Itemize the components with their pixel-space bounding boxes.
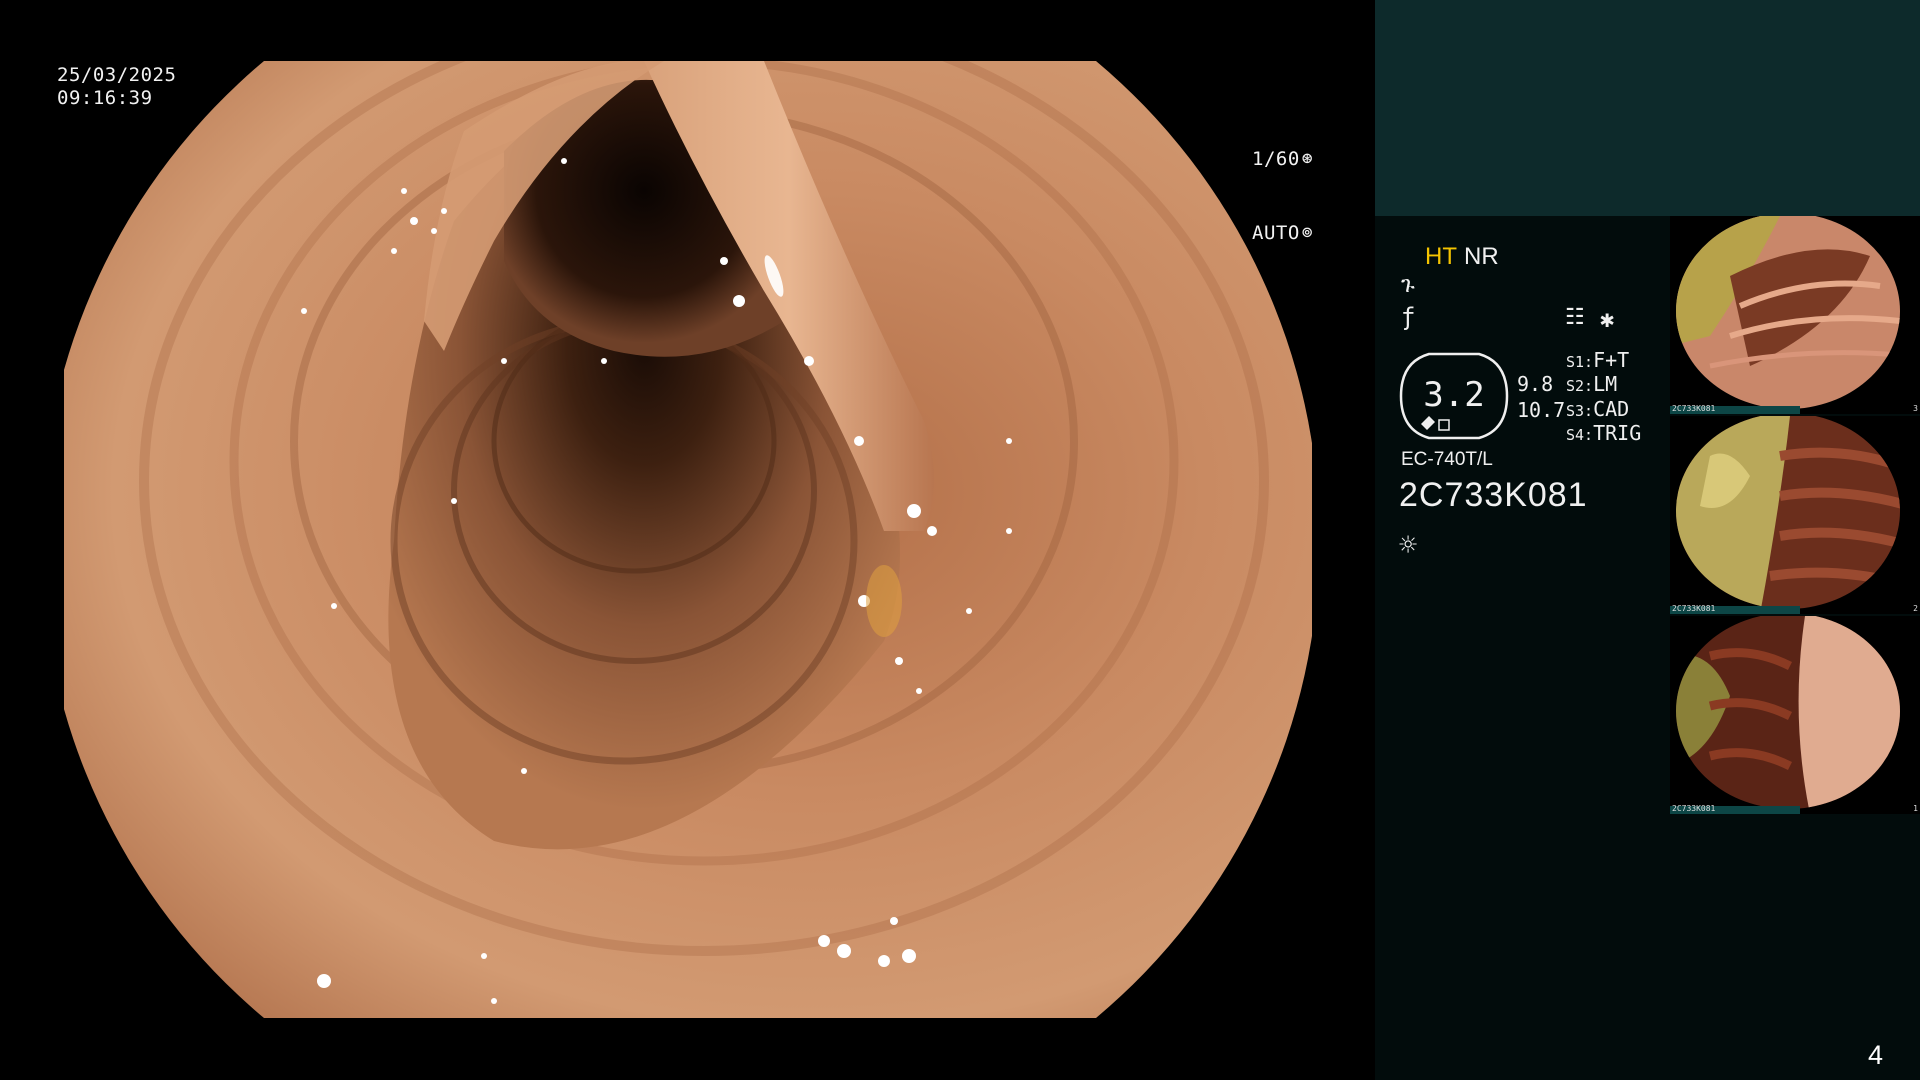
light-source-icon: ☼ (1399, 528, 1418, 563)
date-text: 25/03/2025 (57, 64, 177, 86)
star-icon: ✱ (1600, 305, 1615, 333)
shutter-speed-text: 1/60 (1252, 147, 1300, 170)
time-text: 09:16:39 (57, 87, 153, 109)
endoscopy-monitor: 25/03/2025 09:16:39 1/60 ⊛ AUTO ⊚ HT NR ጉ … (0, 0, 1920, 1080)
preset-s3: S3:CAD (1566, 397, 1630, 421)
page-number: 4 (1868, 1040, 1884, 1070)
datetime-overlay: 25/03/2025 09:16:39 (57, 64, 176, 110)
capture-thumbnail[interactable]: 2C733K081 2 (1670, 416, 1920, 614)
scope-model: EC-740T/L (1401, 449, 1493, 470)
capture-thumbnail[interactable]: 2C733K081 3 (1670, 216, 1920, 414)
mode-nr-label: NR (1464, 243, 1499, 270)
shutter-overlay: 1/60 ⊛ AUTO ⊚ (1252, 99, 1313, 293)
endoscope-live-view (64, 61, 1312, 1018)
curve-icon: ጉ (1401, 273, 1415, 298)
filter-icon: ƒ (1401, 303, 1416, 331)
value-a: 9.8 (1517, 372, 1554, 396)
scope-serial: 2C733K081 (1399, 476, 1588, 514)
thumbnail-index: 1 (1913, 804, 1918, 813)
panel-header-area (1375, 0, 1920, 216)
preset-s2: S2:LM (1566, 372, 1618, 396)
preset-s1: S1:F+T (1566, 348, 1630, 372)
capture-thumbnail[interactable]: 2C733K081 1 (1670, 616, 1920, 814)
thumbnail-caption: 2C733K081 (1672, 804, 1716, 813)
shutter-mode-text: AUTO (1252, 221, 1300, 244)
preset-s4: S4:TRIG (1566, 421, 1642, 445)
thumbnail-index: 2 (1913, 604, 1918, 613)
menu-icon: ☷ (1565, 305, 1585, 330)
mode-ht-label: HT (1425, 243, 1457, 270)
zoom-value: 3.2 (1423, 375, 1485, 415)
thumbnail-caption: 2C733K081 (1672, 404, 1716, 413)
thumbnail-caption: 2C733K081 (1672, 604, 1716, 613)
thumbnail-index: 3 (1913, 404, 1918, 413)
shutter-icon: ⊛ (1301, 148, 1314, 169)
value-b: 10.7 (1517, 398, 1566, 422)
auto-iris-icon: ⊚ (1301, 222, 1314, 243)
